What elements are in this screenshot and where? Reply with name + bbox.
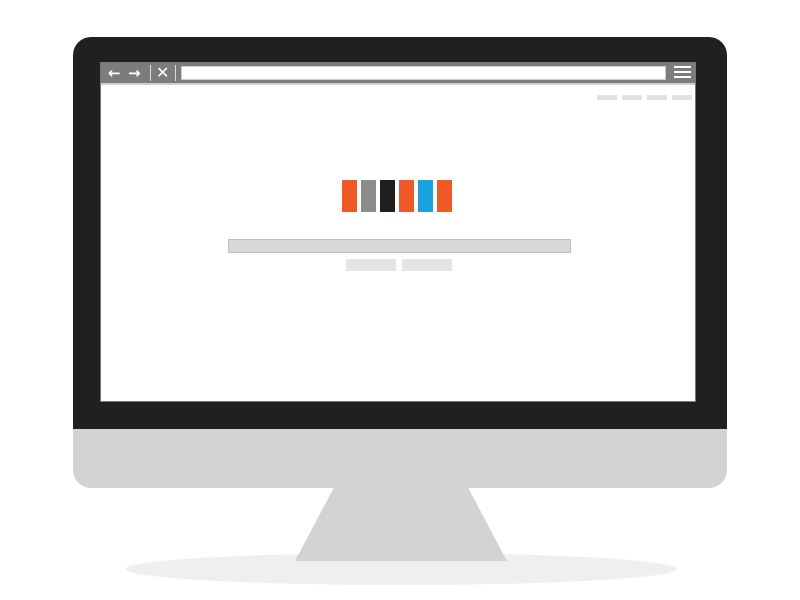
top-link[interactable] <box>672 95 692 100</box>
logo-block <box>418 180 433 212</box>
close-icon[interactable]: ✕ <box>156 64 169 82</box>
menu-line <box>674 71 691 73</box>
monitor-illustration: ← → ✕ <box>0 0 800 600</box>
menu-line <box>674 66 691 68</box>
back-arrow-icon[interactable]: ← <box>108 64 121 82</box>
logo-block <box>437 180 452 212</box>
address-bar[interactable] <box>181 66 666 80</box>
logo-block <box>380 180 395 212</box>
search-input[interactable] <box>228 239 571 253</box>
monitor-stand <box>295 485 507 561</box>
toolbar-divider <box>150 65 151 81</box>
toolbar-divider <box>175 65 176 81</box>
browser-window: ← → ✕ <box>100 62 696 402</box>
logo-block <box>361 180 376 212</box>
lucky-button[interactable] <box>402 259 452 271</box>
top-link[interactable] <box>647 95 667 100</box>
browser-toolbar: ← → ✕ <box>101 63 695 85</box>
forward-arrow-icon[interactable]: → <box>128 64 141 82</box>
hamburger-menu-icon[interactable] <box>674 66 691 80</box>
top-link[interactable] <box>622 95 642 100</box>
logo-block <box>399 180 414 212</box>
logo-block <box>342 180 357 212</box>
menu-line <box>674 76 691 78</box>
top-link[interactable] <box>597 95 617 100</box>
search-button[interactable] <box>346 259 396 271</box>
